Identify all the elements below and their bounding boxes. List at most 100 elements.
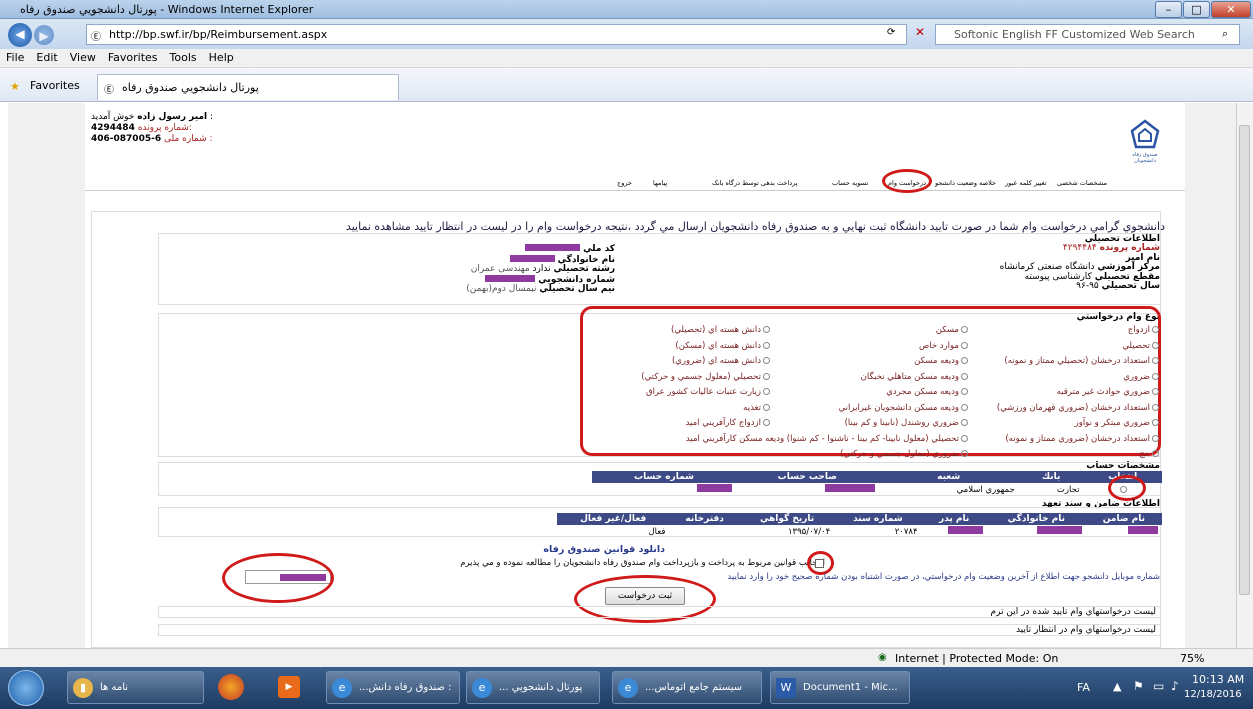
tab-site-icon: Ⓔ [104, 85, 114, 96]
redacted-national [525, 244, 581, 251]
loan-radio[interactable] [1152, 403, 1159, 411]
loan-option[interactable]: استعداد درخشان (ضروري قهرمان ورزشي) [965, 401, 1159, 417]
loan-radio[interactable] [763, 326, 770, 333]
tab-portal[interactable]: Ⓔ پورتال دانشجويي صندوق رفاه [97, 74, 399, 100]
loan-radio[interactable] [763, 419, 770, 426]
volume-icon[interactable]: ♪ [1171, 679, 1179, 693]
minimize-button[interactable]: – [1155, 1, 1182, 18]
loan-radio[interactable] [1152, 450, 1159, 457]
forward-icon[interactable]: ▶ [34, 25, 54, 45]
loan-radio[interactable] [961, 450, 968, 457]
search-icon[interactable]: ⌕ [1222, 27, 1228, 41]
scroll-thumb[interactable] [1239, 125, 1250, 595]
loan-option[interactable]: استعداد درخشان (تحصيلي ممتاز و نمونه) [965, 354, 1159, 370]
nav-tab-profile[interactable]: مشخصات شخصی [1057, 179, 1107, 187]
loan-radio[interactable] [1152, 372, 1159, 380]
menu-favorites[interactable]: Favorites [108, 51, 158, 64]
loan-option-label: استعداد درخشان (ضروري قهرمان ورزشي) [996, 402, 1150, 413]
loan-option[interactable]: تغذيه [590, 401, 770, 417]
logo-caption: صندوق رفاه دانشجویان [1132, 152, 1158, 164]
loan-option[interactable]: ضروري حوادث غير مترقبه [965, 385, 1159, 401]
loan-option[interactable]: ضروري مبتكر و نوآور [965, 416, 1159, 432]
loan-radio[interactable] [763, 388, 770, 395]
loan-radio[interactable] [763, 403, 770, 411]
nav-tab-bank-payment[interactable]: پرداخت بدهی توسط درگاه بانک [712, 179, 798, 187]
loan-option[interactable]: دانش هسته اي (ضروري) [590, 354, 770, 370]
language-indicator[interactable]: FA [1077, 681, 1090, 694]
media-player-icon[interactable]: ▶ [278, 676, 300, 698]
loan-option[interactable]: ازدواج كارآفريني اميد [590, 416, 770, 432]
loan-radio[interactable] [1152, 326, 1159, 333]
firefox-icon[interactable] [218, 674, 244, 700]
taskbar-item-ie-3[interactable]: e ...سيستم جامع اتوماس [612, 671, 762, 704]
clock-date[interactable]: 12/18/2016 [1184, 689, 1242, 700]
taskbar-item-ie-2[interactable]: e ... پورتال دانشجويي [466, 671, 600, 704]
loan-option[interactable]: استعداد درخشان (ضروري ممتاز و نمونه) [965, 432, 1159, 448]
loan-option-label: وديعه مسكن مجردي [886, 387, 959, 397]
loan-option[interactable]: دانش هسته اي (مسكن) [590, 339, 770, 355]
clock-time[interactable]: 10:13 AM [1192, 673, 1244, 686]
back-icon[interactable]: ◀ [8, 23, 32, 47]
flag-icon[interactable]: ⚑ [1133, 679, 1144, 693]
loan-radio[interactable] [961, 388, 968, 395]
logo-icon [1130, 119, 1160, 149]
loan-option[interactable]: زيارت عتبات عاليات كشور عراق [590, 385, 770, 401]
nav-tab-exit[interactable]: خروج [617, 179, 632, 187]
tray-arrow-icon[interactable]: ▲ [1113, 680, 1121, 693]
loan-option[interactable]: تحصيلي [965, 339, 1159, 355]
loan-radio[interactable] [961, 341, 968, 349]
nav-tab-messages[interactable]: پیامها [653, 179, 667, 187]
favorites-button[interactable]: Favorites [30, 79, 80, 92]
loan-radio[interactable] [1152, 419, 1159, 426]
loan-radio[interactable] [1152, 434, 1159, 442]
loan-radio[interactable] [1152, 357, 1159, 364]
loan-radio[interactable] [1152, 388, 1159, 395]
address-field[interactable]: Ⓔ http://bp.swf.ir/bp/Reimbursement.aspx… [86, 24, 907, 45]
loan-option[interactable]: ضروري (معلول جسمي و حركتي) [680, 447, 968, 463]
search-placeholder: Softonic English FF Customized Web Searc… [954, 28, 1195, 41]
refresh-icon[interactable]: ⟳ [887, 27, 895, 38]
menu-file[interactable]: File [6, 51, 24, 64]
loan-radio[interactable] [763, 341, 770, 349]
taskbar-item-word[interactable]: W Document1 - Mic... [770, 671, 910, 704]
ie-icon-2: e [472, 678, 492, 698]
welcome-name: امير رسول زاده [137, 112, 208, 122]
nav-tab-summary[interactable]: خلاصه وضعیت دانشجو [935, 179, 996, 187]
start-button[interactable] [8, 670, 44, 706]
search-field[interactable]: Softonic English FF Customized Web Searc… [935, 24, 1240, 45]
stop-icon[interactable]: ✕ [915, 25, 925, 39]
loan-radio[interactable] [961, 403, 968, 411]
pending-list[interactable]: ليست درخواستهاي وام در انتظار تاييد [158, 624, 1161, 636]
taskbar-item-ie-1[interactable]: e ...صندوق رفاه دانش : [326, 671, 460, 704]
loan-option[interactable]: تحصيلي (معلول نابينا- كم بينا - ناشنوا -… [680, 432, 968, 448]
loan-radio[interactable] [961, 434, 968, 442]
loan-radio[interactable] [961, 326, 968, 333]
menu-edit[interactable]: Edit [36, 51, 57, 64]
loan-radio[interactable] [961, 419, 968, 426]
loan-option-label: مسكن [935, 325, 959, 335]
loan-radio[interactable] [1152, 341, 1159, 349]
loan-radio[interactable] [961, 357, 968, 364]
approved-list[interactable]: ليست درخواستهاي وام تاييد شده در اين ترم [158, 606, 1161, 618]
maximize-button[interactable]: □ [1183, 1, 1210, 18]
vertical-scrollbar[interactable] [1236, 103, 1253, 648]
national-no: 406-087005-6 [91, 134, 162, 144]
loan-option[interactable]: دانش هسته اي (تحصيلي) [590, 323, 770, 339]
nav-tab-password[interactable]: تغییر کلمه عبور [1005, 179, 1046, 187]
zoom-level[interactable]: 75% [1180, 652, 1204, 665]
loan-radio[interactable] [961, 372, 968, 380]
download-rules-link[interactable]: دانلود قوانين صندوق رفاه [505, 544, 665, 555]
loan-radio[interactable] [763, 372, 770, 380]
nav-tab-settlement[interactable]: تسویه حساب [832, 179, 868, 187]
loan-radio[interactable] [763, 357, 770, 364]
menu-help[interactable]: Help [209, 51, 234, 64]
menu-view[interactable]: View [70, 51, 96, 64]
network-icon[interactable]: ▭ [1153, 679, 1164, 693]
zone-text: Internet | Protected Mode: On [895, 652, 1059, 665]
taskbar-item-folder[interactable]: ▮ نامه ها [67, 671, 204, 704]
close-button[interactable]: ✕ [1211, 1, 1251, 18]
loan-option[interactable]: ازدواج [965, 323, 1159, 339]
menu-tools[interactable]: Tools [170, 51, 197, 64]
loan-option[interactable]: ضروري [965, 370, 1159, 386]
loan-option[interactable]: تحصيلي (معلول جسمي و حركتي) [590, 370, 770, 386]
